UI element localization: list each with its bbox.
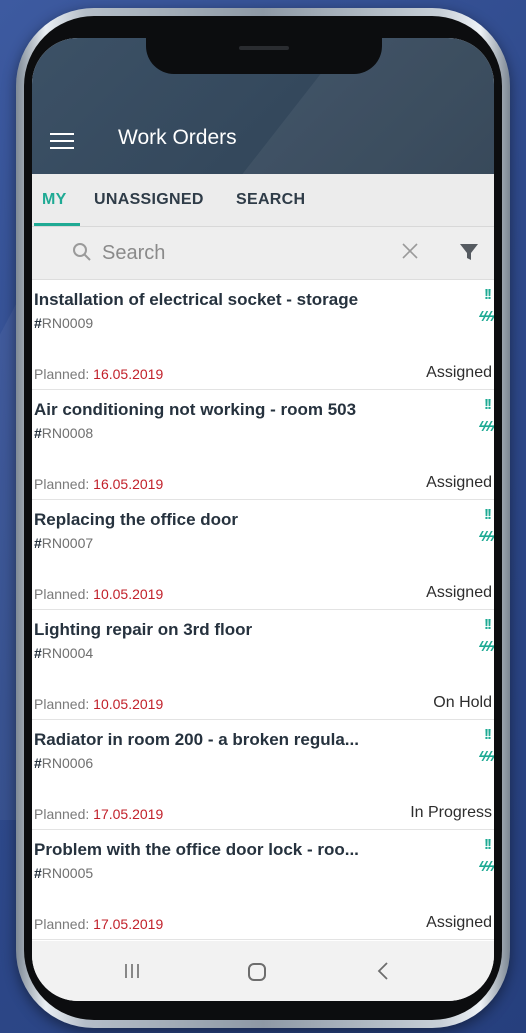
tab-my[interactable]: MY — [42, 191, 67, 209]
planned-date: 10.05.2019 — [93, 586, 164, 602]
list-item[interactable]: Air conditioning not working - room 503 … — [32, 390, 494, 500]
work-order-title: Installation of electrical socket - stor… — [34, 290, 359, 309]
work-order-title: Lighting repair on 3rd floor — [34, 620, 253, 639]
active-tab-indicator — [34, 223, 80, 226]
system-nav-bar — [32, 941, 494, 1001]
planned-label: Planned: 16.05.2019 — [34, 366, 163, 382]
tab-bar: MY UNASSIGNED SEARCH — [32, 174, 494, 227]
planned-label: Planned: 17.05.2019 — [34, 806, 163, 822]
work-order-id: #RN0006 — [34, 755, 93, 771]
hash-symbol: # — [34, 425, 42, 441]
app-screen: Work Orders MY UNASSIGNED SEARCH Search — [32, 38, 494, 1001]
energy-icon: ϟϟϟ — [478, 748, 494, 764]
work-order-id: #RN0005 — [34, 865, 93, 881]
energy-icon: ϟϟϟ — [478, 418, 494, 434]
planned-label: Planned: 10.05.2019 — [34, 696, 163, 712]
device-viewport: Work Orders MY UNASSIGNED SEARCH Search — [0, 0, 526, 1033]
status-badge: Assigned — [426, 914, 492, 931]
hash-symbol: # — [34, 535, 42, 551]
camera-notch — [146, 38, 382, 74]
planned-text: Planned: — [34, 806, 94, 822]
planned-label: Planned: 10.05.2019 — [34, 586, 163, 602]
planned-date: 17.05.2019 — [93, 916, 164, 932]
tab-search[interactable]: SEARCH — [236, 191, 305, 209]
work-order-id-value: RN0004 — [41, 645, 94, 661]
menu-icon[interactable] — [50, 133, 74, 151]
hash-symbol: # — [34, 315, 42, 331]
work-order-id: #RN0008 — [34, 425, 93, 441]
energy-icon: ϟϟϟ — [478, 858, 494, 874]
page-title: Work Orders — [118, 126, 237, 149]
priority-icon: !! — [484, 726, 492, 743]
planned-text: Planned: — [34, 696, 94, 712]
list-item[interactable]: Lighting repair on 3rd floor #RN0004 !! … — [32, 610, 494, 720]
work-order-id-value: RN0007 — [41, 535, 94, 551]
work-order-id: #RN0007 — [34, 535, 93, 551]
energy-icon: ϟϟϟ — [478, 308, 494, 324]
planned-text: Planned: — [34, 586, 94, 602]
planned-date: 16.05.2019 — [93, 476, 164, 492]
work-order-title: Air conditioning not working - room 503 — [34, 400, 357, 419]
search-icon — [73, 243, 91, 261]
energy-icon: ϟϟϟ — [478, 528, 494, 544]
planned-text: Planned: — [34, 916, 94, 932]
planned-date: 10.05.2019 — [93, 696, 164, 712]
hash-symbol: # — [34, 865, 42, 881]
list-item[interactable]: Problem with the office door lock - roo.… — [32, 830, 494, 940]
priority-icon: !! — [484, 616, 492, 633]
planned-text: Planned: — [34, 366, 94, 382]
planned-label: Planned: 17.05.2019 — [34, 916, 163, 932]
priority-icon: !! — [484, 836, 492, 853]
energy-icon: ϟϟϟ — [478, 638, 494, 654]
close-icon[interactable] — [400, 241, 420, 261]
work-order-id: #RN0004 — [34, 645, 93, 661]
status-badge: Assigned — [426, 364, 492, 381]
priority-icon: !! — [484, 506, 492, 523]
filter-icon[interactable] — [460, 242, 478, 262]
tab-unassigned[interactable]: UNASSIGNED — [94, 191, 204, 209]
hash-symbol: # — [34, 755, 42, 771]
planned-date: 16.05.2019 — [93, 366, 164, 382]
hash-symbol: # — [34, 645, 42, 661]
search-input[interactable]: Search — [102, 242, 165, 265]
work-order-id-value: RN0008 — [41, 425, 94, 441]
work-order-id-value: RN0006 — [41, 755, 94, 771]
work-order-list: Installation of electrical socket - stor… — [32, 280, 494, 940]
status-badge: In Progress — [410, 804, 492, 821]
work-order-id-value: RN0009 — [41, 315, 94, 331]
status-badge: Assigned — [426, 474, 492, 491]
list-item[interactable]: Installation of electrical socket - stor… — [32, 280, 494, 390]
planned-date: 17.05.2019 — [93, 806, 164, 822]
planned-label: Planned: 16.05.2019 — [34, 476, 163, 492]
home-icon[interactable] — [248, 963, 266, 981]
priority-icon: !! — [484, 396, 492, 413]
recent-apps-icon[interactable] — [124, 963, 140, 979]
speaker-grille — [239, 46, 289, 50]
list-item[interactable]: Radiator in room 200 - a broken regula..… — [32, 720, 494, 830]
status-badge: Assigned — [426, 584, 492, 601]
work-order-id-value: RN0005 — [41, 865, 94, 881]
priority-icon: !! — [484, 286, 492, 303]
work-order-title: Radiator in room 200 - a broken regula..… — [34, 730, 359, 749]
search-bar[interactable]: Search — [32, 227, 494, 280]
list-item[interactable]: Replacing the office door #RN0007 !! ϟϟϟ… — [32, 500, 494, 610]
work-order-title: Replacing the office door — [34, 510, 239, 529]
back-icon[interactable] — [376, 961, 390, 981]
status-badge: On Hold — [433, 694, 492, 711]
work-order-title: Problem with the office door lock - roo.… — [34, 840, 359, 859]
planned-text: Planned: — [34, 476, 94, 492]
work-order-id: #RN0009 — [34, 315, 93, 331]
